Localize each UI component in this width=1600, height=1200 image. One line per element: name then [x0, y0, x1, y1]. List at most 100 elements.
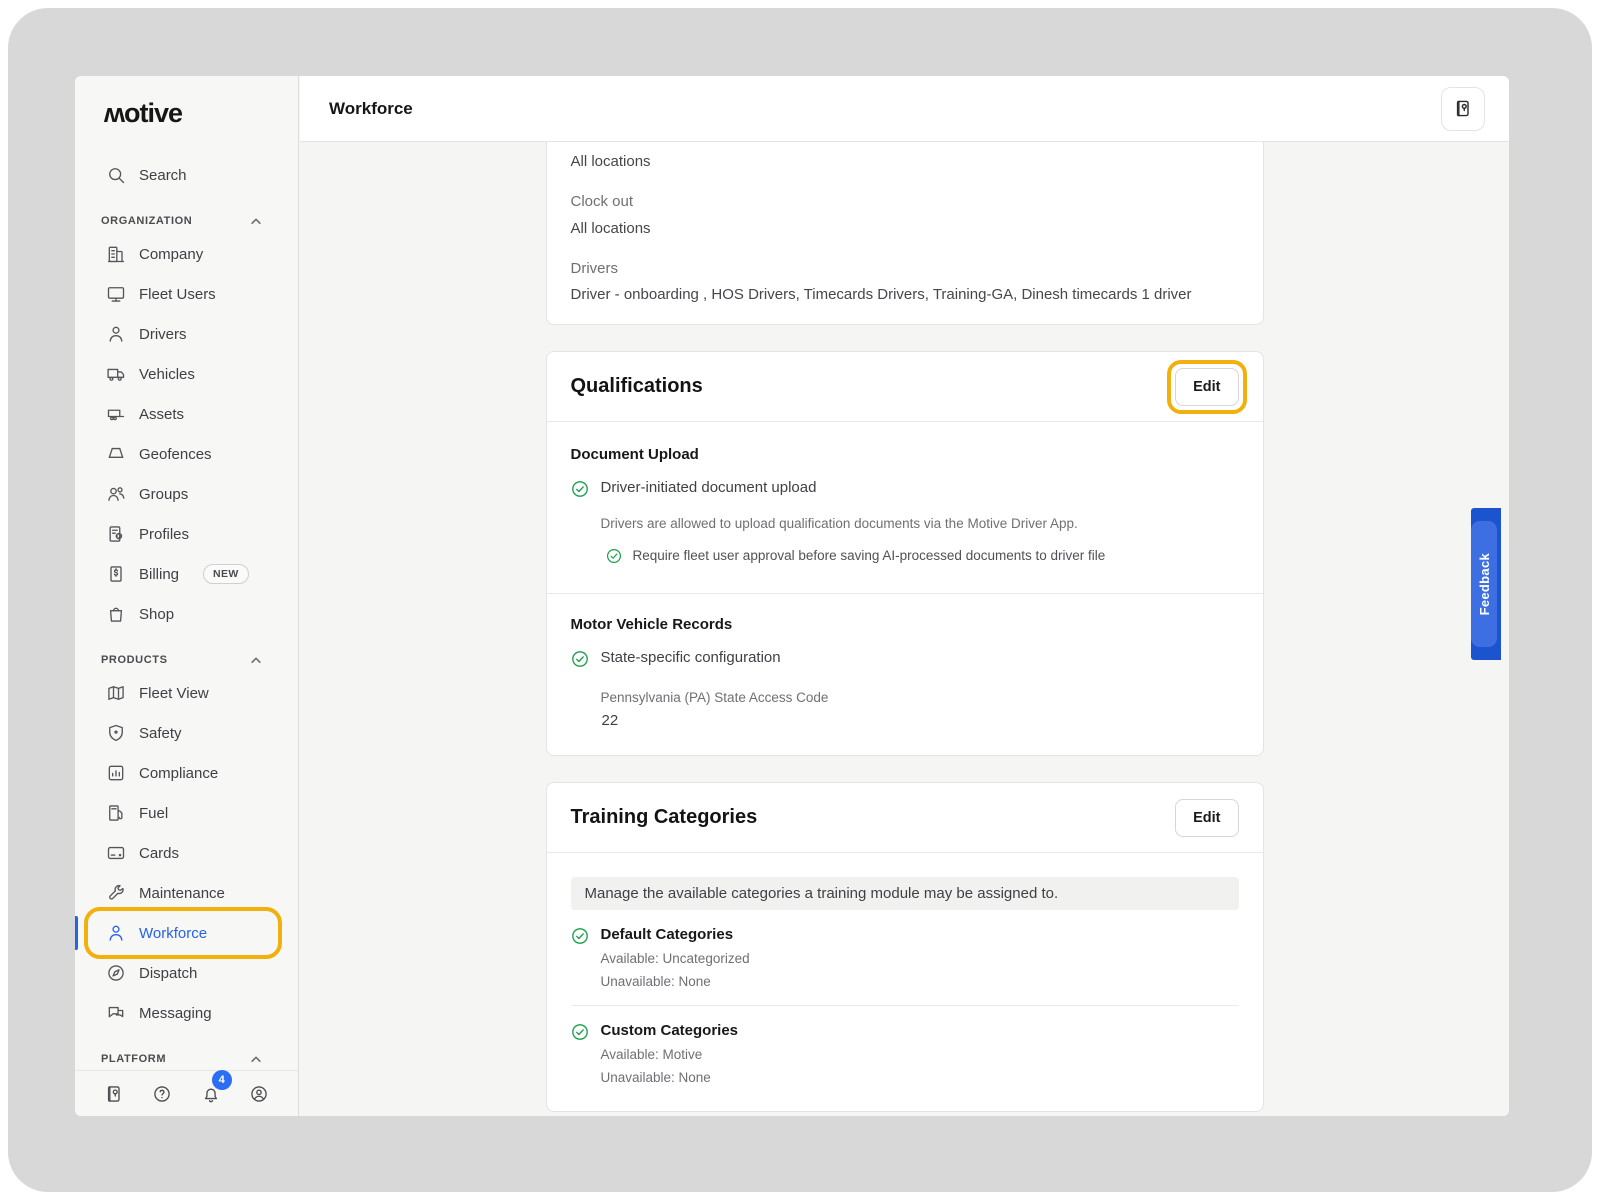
training-item-default-categories: Default CategoriesAvailable: Uncategoriz… — [571, 926, 1239, 989]
shopping-bag-icon — [106, 604, 126, 624]
check-circle-icon — [571, 650, 589, 673]
sidebar-item-label: Shop — [139, 606, 174, 623]
summary-field-value: All locations — [571, 219, 1239, 239]
detail-value: 22 — [602, 712, 1239, 729]
sidebar-item-company[interactable]: Company — [75, 234, 298, 274]
sidebar-item-profiles[interactable]: Profiles — [75, 514, 298, 554]
training-item-line: Unavailable: None — [601, 1070, 739, 1085]
motive-logo-mark: ʍ — [104, 98, 124, 128]
sidebar-item-label: Fleet View — [139, 685, 209, 702]
training-body: Manage the available categories a traini… — [547, 853, 1263, 1111]
sidebar-footer-icons: 4 — [102, 1082, 271, 1106]
setting-description: Drivers are allowed to upload qualificat… — [601, 516, 1239, 531]
detail-label: Pennsylvania (PA) State Access Code — [601, 690, 1239, 705]
guide-button[interactable] — [102, 1082, 126, 1106]
sidebar-item-assets[interactable]: Assets — [75, 394, 298, 434]
qualifications-card: Qualifications Edit Document UploadDrive… — [546, 351, 1264, 756]
sub-setting-row: Require fleet user approval before savin… — [606, 548, 1239, 569]
credit-card-icon — [106, 843, 126, 863]
bell-button[interactable]: 4 — [199, 1082, 223, 1106]
sidebar-item-drivers[interactable]: Drivers — [75, 314, 298, 354]
qualifications-edit-wrap: Edit — [1175, 368, 1238, 406]
qualifications-section-heading: Motor Vehicle Records — [571, 616, 1239, 633]
summary-field-label: Drivers — [571, 259, 1239, 279]
sidebar-item-label: Safety — [139, 725, 182, 742]
sidebar-item-workforce[interactable]: Workforce — [75, 913, 298, 953]
sidebar-search[interactable]: Search — [75, 155, 298, 195]
guide-button[interactable] — [1441, 87, 1485, 131]
account-button[interactable] — [247, 1082, 271, 1106]
sidebar-item-label: Groups — [139, 486, 188, 503]
sidebar-item-billing[interactable]: BillingNEW — [75, 554, 298, 594]
training-item-title: Custom Categories — [601, 1022, 739, 1039]
sidebar-item-label: Cards — [139, 845, 179, 862]
setting-row-state-specific-configuration: State-specific configuration — [571, 649, 1239, 673]
sidebar-item-fuel[interactable]: Fuel — [75, 793, 298, 833]
monitor-icon — [106, 284, 126, 304]
guide-icon — [1453, 99, 1473, 119]
check-circle-icon — [571, 480, 589, 503]
chevron-up-icon — [246, 211, 266, 231]
training-item-custom-categories: Custom CategoriesAvailable: MotiveUnavai… — [571, 1022, 1239, 1085]
page-content: All locationsClock outAll locationsDrive… — [300, 142, 1509, 1116]
sidebar-item-label: Profiles — [139, 526, 189, 543]
sidebar-section-header-products[interactable]: PRODUCTS — [75, 647, 298, 673]
training-edit-button[interactable]: Edit — [1175, 799, 1238, 837]
sidebar-section-header-platform[interactable]: PLATFORM — [75, 1046, 298, 1072]
sidebar-section-label: ORGANIZATION — [101, 215, 192, 227]
setting-label: Driver-initiated document upload — [601, 479, 817, 496]
sidebar-item-maintenance[interactable]: Maintenance — [75, 873, 298, 913]
sidebar: ʍotive Search ORGANIZATIONCompanyFleet U… — [75, 76, 299, 1116]
sidebar-section-header-organization[interactable]: ORGANIZATION — [75, 208, 298, 234]
sidebar-item-label: Workforce — [139, 925, 207, 942]
help-button[interactable] — [150, 1082, 174, 1106]
training-title: Training Categories — [571, 806, 758, 829]
qualifications-card-header: Qualifications Edit — [547, 352, 1263, 422]
wrench-icon — [106, 883, 126, 903]
sidebar-nav: ORGANIZATION Company Fleet Users DriversVeh… — [75, 208, 298, 1072]
sidebar-item-fleet-view[interactable]: Fleet View — [75, 673, 298, 713]
sidebar-item-safety[interactable]: Safety — [75, 713, 298, 753]
sidebar-item-groups[interactable]: Groups — [75, 474, 298, 514]
person-icon — [106, 923, 126, 943]
training-item-line: Available: Uncategorized — [601, 951, 750, 966]
setting-row-driver-initiated-document-upload: Driver-initiated document upload — [571, 479, 1239, 503]
training-item-content: Custom CategoriesAvailable: MotiveUnavai… — [601, 1022, 739, 1085]
sidebar-item-label: Fleet Users — [139, 286, 216, 303]
training-info-bar: Manage the available categories a traini… — [571, 877, 1239, 910]
qualifications-edit-button[interactable]: Edit — [1175, 368, 1238, 406]
sidebar-item-vehicles[interactable]: Vehicles — [75, 354, 298, 394]
sidebar-item-label: Assets — [139, 406, 184, 423]
billing-icon — [106, 564, 126, 584]
sidebar-item-messaging[interactable]: Messaging — [75, 993, 298, 1033]
training-edit-wrap: Edit — [1175, 799, 1238, 837]
compliance-icon — [106, 763, 126, 783]
sidebar-item-label: Company — [139, 246, 203, 263]
sidebar-item-label: Compliance — [139, 765, 218, 782]
sidebar-item-cards[interactable]: Cards — [75, 833, 298, 873]
sidebar-item-label: Fuel — [139, 805, 168, 822]
map-icon — [106, 683, 126, 703]
feedback-tab-inner: Feedback — [1471, 521, 1497, 647]
main-area: Workforce All locationsClock outAll loca… — [300, 76, 1509, 1116]
sidebar-item-label: Messaging — [139, 1005, 212, 1022]
chat-icon — [106, 1003, 126, 1023]
sidebar-item-label: Maintenance — [139, 885, 225, 902]
chevron-up-icon — [246, 1049, 266, 1069]
sidebar-item-shop[interactable]: Shop — [75, 594, 298, 634]
sidebar-item-dispatch[interactable]: Dispatch — [75, 953, 298, 993]
active-indicator-bar — [75, 916, 78, 950]
person-icon — [106, 324, 126, 344]
section-divider — [547, 593, 1263, 594]
dispatch-icon — [106, 963, 126, 983]
sidebar-section-label: PRODUCTS — [101, 654, 168, 666]
sidebar-item-fleet-users[interactable]: Fleet Users — [75, 274, 298, 314]
people-icon — [106, 484, 126, 504]
training-card-header: Training Categories Edit — [547, 783, 1263, 853]
feedback-tab[interactable]: Feedback — [1471, 508, 1501, 660]
sidebar-item-compliance[interactable]: Compliance — [75, 753, 298, 793]
check-circle-icon — [606, 548, 622, 569]
list-divider — [571, 1005, 1239, 1006]
sidebar-item-geofences[interactable]: Geofences — [75, 434, 298, 474]
training-item-line: Unavailable: None — [601, 974, 750, 989]
